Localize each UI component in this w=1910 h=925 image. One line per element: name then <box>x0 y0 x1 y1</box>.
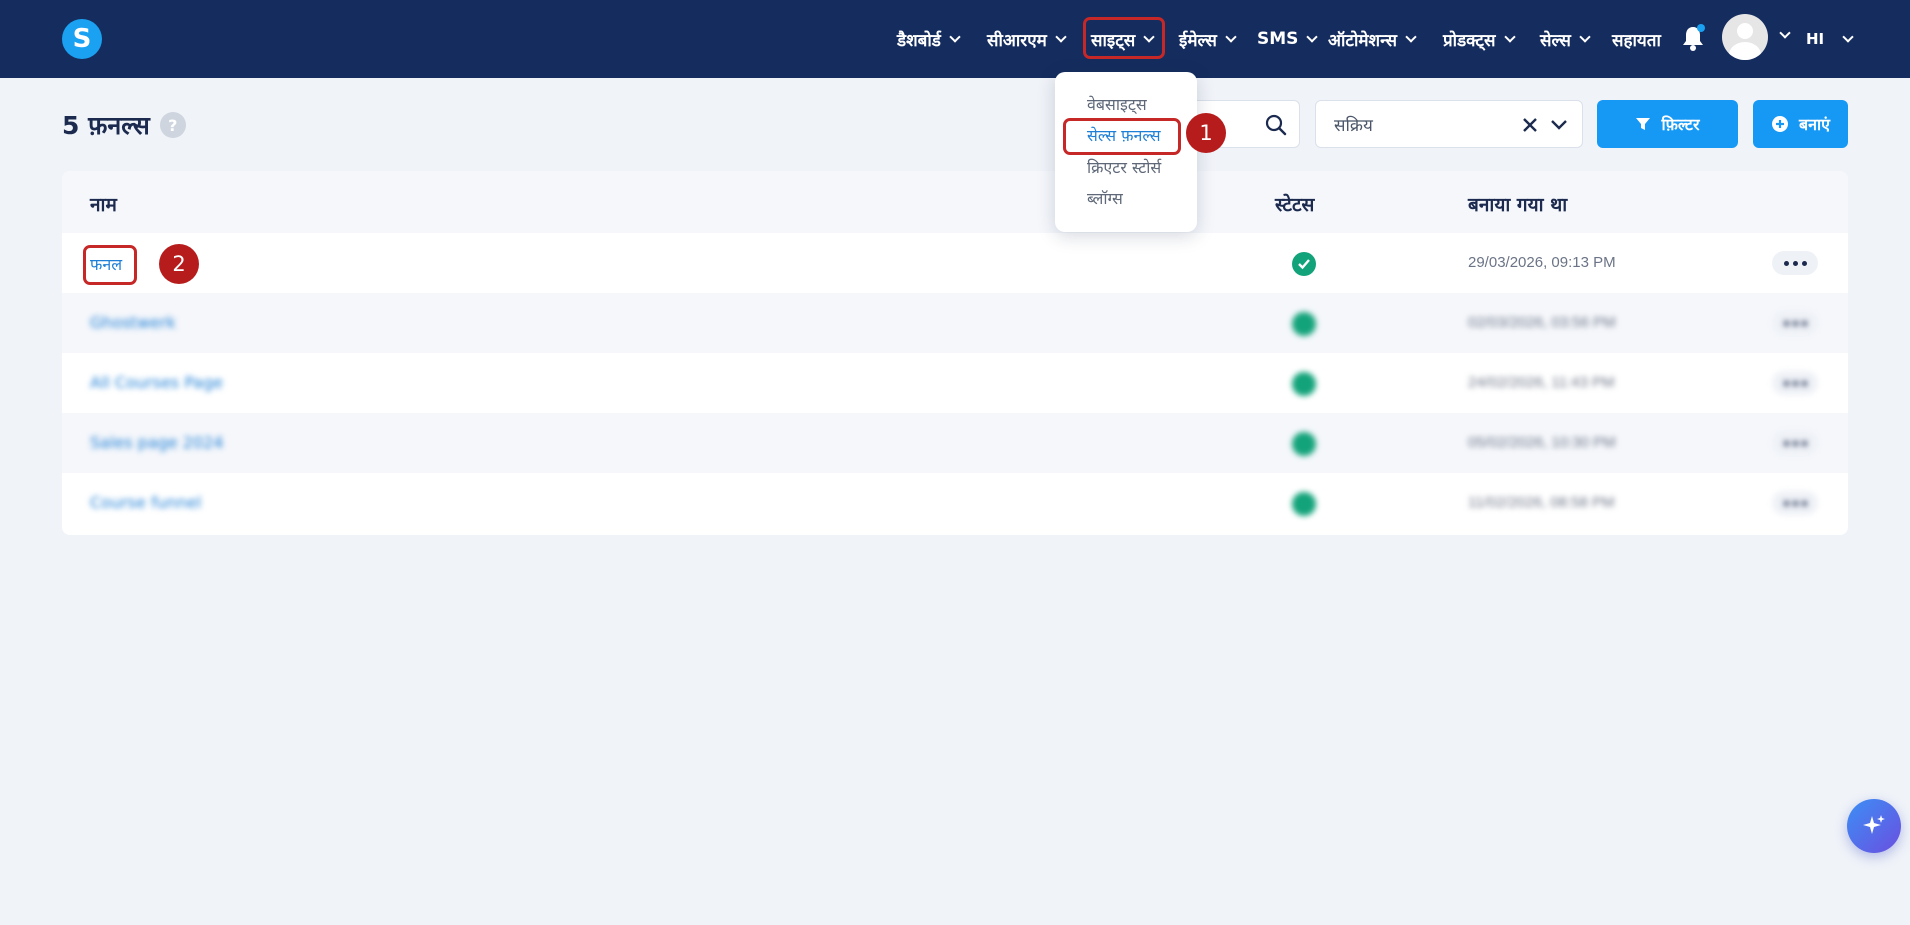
funnel-name-link[interactable]: Ghostwerk <box>90 313 176 332</box>
table-header: नाम स्टेटस बनाया गया था <box>62 171 1848 233</box>
highlight-sites <box>1083 17 1165 59</box>
filter-button[interactable]: फ़िल्टर <box>1597 100 1738 148</box>
chevron-down-icon <box>1306 31 1319 43</box>
more-options-button[interactable] <box>1772 491 1818 515</box>
table-row[interactable]: Ghostwerk 02/03/2026, 03:56 PM <box>62 293 1848 353</box>
sparkle-icon <box>1863 815 1885 834</box>
nav-label: प्रोडक्ट्स <box>1443 30 1496 51</box>
app-logo[interactable]: S <box>62 19 102 59</box>
nav-label: डैशबोर्ड <box>897 30 941 51</box>
nav-item-automations[interactable]: ऑटोमेशन्स <box>1328 0 1417 78</box>
status-filter-select[interactable]: सक्रिय <box>1315 100 1583 148</box>
search-icon <box>1265 114 1287 136</box>
nav-label: SMS <box>1257 29 1299 49</box>
highlight-sales-funnels <box>1063 118 1181 155</box>
status-check-icon <box>1292 252 1316 276</box>
more-options-button[interactable] <box>1772 251 1818 275</box>
step-badge-1: 1 <box>1186 113 1226 153</box>
language-selector[interactable]: HI <box>1806 0 1854 78</box>
filter-button-label: फ़िल्टर <box>1661 115 1700 134</box>
chevron-down-icon <box>1503 31 1516 43</box>
status-check-icon <box>1292 432 1316 456</box>
chevron-down-icon[interactable] <box>1550 118 1568 132</box>
column-header-name[interactable]: नाम <box>90 191 117 217</box>
page-title-text: 5 फ़नल्स <box>62 111 150 140</box>
funnels-table: नाम स्टेटस बनाया गया था फनल 29/03/2026, … <box>62 171 1848 535</box>
nav-label: ऑटोमेशन्स <box>1328 30 1398 51</box>
create-button[interactable]: बनाएं <box>1753 100 1848 148</box>
status-check-icon <box>1292 312 1316 336</box>
chevron-down-icon <box>1055 31 1067 43</box>
table-row[interactable]: Course funnel 11/02/2026, 08:58 PM <box>62 473 1848 533</box>
step-badge-2: 2 <box>159 244 199 284</box>
chevron-down-icon <box>1842 31 1854 43</box>
nav-item-emails[interactable]: ईमेल्स <box>1179 0 1237 78</box>
nav-item-products[interactable]: प्रोडक्ट्स <box>1443 0 1516 78</box>
table-row[interactable]: फनल 29/03/2026, 09:13 PM <box>62 233 1848 293</box>
highlight-funnel-row <box>83 245 137 285</box>
created-date: 29/03/2026, 09:13 PM <box>1468 254 1616 271</box>
nav-label: सीआरएम <box>987 30 1047 51</box>
nav-item-crm[interactable]: सीआरएम <box>987 0 1067 78</box>
table-row[interactable]: All Courses Page 24/02/2026, 11:43 PM <box>62 353 1848 413</box>
nav-label: सहायता <box>1612 30 1661 51</box>
chevron-down-icon <box>949 31 961 43</box>
chevron-down-icon <box>1225 31 1237 43</box>
column-header-status: स्टेटस <box>1275 194 1315 216</box>
avatar[interactable] <box>1722 14 1768 60</box>
chevron-down-icon <box>1579 31 1591 43</box>
logo-letter: S <box>72 24 92 54</box>
menu-item-blogs[interactable]: ब्लॉग्स <box>1087 187 1123 209</box>
menu-item-creator-stores[interactable]: क्रिएटर स्टोर्स <box>1087 156 1161 178</box>
page-title: 5 फ़नल्स ? <box>62 108 186 142</box>
top-navigation-bar: S डैशबोर्ड सीआरएम साइट्स ईमेल्स SMS ऑटोम… <box>0 0 1910 78</box>
more-options-button[interactable] <box>1772 431 1818 455</box>
language-label: HI <box>1806 30 1825 48</box>
chevron-down-icon <box>1405 31 1417 43</box>
funnel-name-link[interactable]: Course funnel <box>90 493 201 512</box>
nav-item-dashboard[interactable]: डैशबोर्ड <box>897 0 961 78</box>
status-check-icon <box>1292 492 1316 516</box>
menu-item-websites[interactable]: वेबसाइट्स <box>1087 93 1147 115</box>
chevron-down-icon[interactable] <box>1779 27 1791 39</box>
more-options-button[interactable] <box>1772 311 1818 335</box>
create-button-label: बनाएं <box>1798 115 1830 134</box>
plus-circle-icon <box>1771 116 1788 132</box>
nav-item-sales[interactable]: सेल्स <box>1540 0 1591 78</box>
ai-assistant-button[interactable] <box>1847 799 1901 853</box>
created-date: 11/02/2026, 08:58 PM <box>1468 494 1615 511</box>
nav-label: सेल्स <box>1540 30 1571 51</box>
more-options-button[interactable] <box>1772 371 1818 395</box>
funnel-name-link[interactable]: Sales page 2024 <box>90 433 223 452</box>
close-icon[interactable] <box>1522 117 1538 133</box>
status-filter-value: सक्रिय <box>1334 116 1373 136</box>
column-header-created[interactable]: बनाया गया था <box>1468 191 1567 217</box>
nav-item-help[interactable]: सहायता <box>1612 0 1661 78</box>
created-date: 05/02/2026, 10:30 PM <box>1468 434 1616 451</box>
status-check-icon <box>1292 372 1316 396</box>
filter-icon <box>1636 118 1651 130</box>
nav-item-sms[interactable]: SMS <box>1257 0 1319 78</box>
created-date: 02/03/2026, 03:56 PM <box>1468 314 1616 331</box>
table-row[interactable]: Sales page 2024 05/02/2026, 10:30 PM <box>62 413 1848 473</box>
bell-icon[interactable] <box>1681 24 1705 52</box>
help-icon[interactable]: ? <box>159 112 186 138</box>
created-date: 24/02/2026, 11:43 PM <box>1468 374 1615 391</box>
nav-label: ईमेल्स <box>1179 30 1217 51</box>
funnel-name-link[interactable]: All Courses Page <box>90 373 223 392</box>
